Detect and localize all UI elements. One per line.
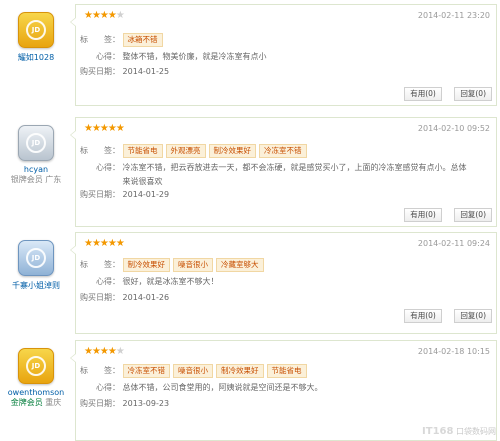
site-watermark: IT168 口袋数码网 xyxy=(422,426,496,437)
tag: 冷冻室不错 xyxy=(259,144,307,158)
pointer-arrow xyxy=(70,353,76,363)
purchase-date: 2014-01-26 xyxy=(122,293,170,302)
purchase-row: 购买日期： 2014-01-25 xyxy=(80,65,490,79)
comment-label: 心得： xyxy=(96,277,120,286)
avatar[interactable]: JD xyxy=(18,125,54,161)
review-item: JD 耀如1028 ★★★★★ 2014-02-11 23:20 标 签： 冰箱… xyxy=(0,2,500,106)
reviewer-name[interactable]: owenthomson xyxy=(0,388,72,397)
star-rating: ★★★★★ xyxy=(84,346,125,357)
jd-logo-icon: JD xyxy=(26,248,46,268)
purchase-row: 购买日期： 2013-09-23 xyxy=(80,397,490,411)
review-item: JD hcyan 银牌会员 广东 ★★★★★ 2014-02-10 09:52 … xyxy=(0,115,500,227)
jd-logo-icon: JD xyxy=(26,356,46,376)
tag: 制冷效果好 xyxy=(216,364,264,378)
tags-row: 标 签： 冷冻室不错 噪音很小 制冷效果好 节能省电 xyxy=(80,364,490,378)
reviewer-name[interactable]: 千寨小姐淖则 xyxy=(0,280,72,291)
review-item: JD owenthomson 金牌会员 重庆 ★★★★★ 2014-02-18 … xyxy=(0,338,500,441)
star-rating: ★★★★★ xyxy=(84,238,125,249)
reply-button[interactable]: 回复(0) xyxy=(454,87,492,101)
comment-label: 心得： xyxy=(96,52,120,61)
reviewer-info: JD owenthomson 金牌会员 重庆 xyxy=(0,348,72,408)
watermark-logo: IT168 xyxy=(422,426,454,437)
purchase-date: 2014-01-29 xyxy=(122,190,170,199)
comment-text: 冷冻室不错，把云吞放进去一天，都不会冻硬，就是感觉买小了，上面的冷冻室感觉有点小… xyxy=(122,163,467,186)
comment-text: 很好，就是冰冻室不够大！ xyxy=(122,277,219,286)
action-buttons: 有用(0) 回复(0) xyxy=(394,87,492,101)
reviewer-info: JD hcyan 银牌会员 广东 xyxy=(0,125,72,185)
tags-label: 标 签： xyxy=(80,146,120,155)
tag: 节能省电 xyxy=(266,364,307,378)
comment-row: 心得： 冷冻室不错，把云吞放进去一天，都不会冻硬，就是感觉买小了，上面的冷冻室感… xyxy=(80,161,490,189)
tag: 冷藏室够大 xyxy=(216,258,264,272)
comment-label: 心得： xyxy=(96,163,120,172)
comment-text: 总体不错，公司食堂用的，阿姨说就是空间还是不够大。 xyxy=(122,383,323,392)
action-buttons: 有用(0) 回复(0) xyxy=(394,309,492,323)
tags-label: 标 签： xyxy=(80,366,120,375)
tags-row: 标 签： 节能省电 外观漂亮 制冷效果好 冷冻室不错 xyxy=(80,144,490,158)
tags-label: 标 签： xyxy=(80,260,120,269)
purchase-row: 购买日期： 2014-01-26 xyxy=(80,291,490,305)
avatar[interactable]: JD xyxy=(18,240,54,276)
tag: 制冷效果好 xyxy=(208,144,257,158)
reply-button[interactable]: 回复(0) xyxy=(454,309,492,323)
jd-logo-icon: JD xyxy=(26,20,46,40)
useful-button[interactable]: 有用(0) xyxy=(404,208,442,222)
purchase-date: 2014-01-25 xyxy=(122,67,170,76)
tag: 制冷效果好 xyxy=(122,258,171,272)
pointer-arrow xyxy=(70,130,76,140)
avatar[interactable]: JD xyxy=(18,348,54,384)
avatar[interactable]: JD xyxy=(18,12,54,48)
review-box: ★★★★★ 2014-02-11 23:20 标 签： 冰箱不错 心得： 整体不… xyxy=(70,4,497,106)
jd-logo-icon: JD xyxy=(26,133,46,153)
comment-row: 心得： 整体不错，物美价廉，就是冷冻室有点小 xyxy=(80,50,490,64)
star-rating: ★★★★★ xyxy=(84,123,125,134)
tag: 冰箱不错 xyxy=(122,33,163,47)
purchase-row: 购买日期： 2014-01-29 xyxy=(80,188,490,202)
tag: 外观漂亮 xyxy=(165,144,206,158)
review-item: JD 千寨小姐淖则 ★★★★★ 2014-02-11 09:24 标 签： 制冷… xyxy=(0,230,500,334)
purchase-date: 2013-09-23 xyxy=(122,399,170,408)
tag: 节能省电 xyxy=(122,144,163,158)
tag: 噪音很小 xyxy=(173,258,214,272)
purchase-date-label: 购买日期： xyxy=(80,399,120,408)
tag: 噪音很小 xyxy=(173,364,214,378)
purchase-date-label: 购买日期： xyxy=(80,293,120,302)
tag: 冷冻室不错 xyxy=(122,364,171,378)
pointer-arrow xyxy=(70,245,76,255)
useful-button[interactable]: 有用(0) xyxy=(404,87,442,101)
tags-label: 标 签： xyxy=(80,35,120,44)
comment-label: 心得： xyxy=(96,383,120,392)
review-date: 2014-02-10 09:52 xyxy=(417,124,490,133)
reviewer-info: JD 千寨小姐淖则 xyxy=(0,240,72,291)
comment-row: 心得： 很好，就是冰冻室不够大！ xyxy=(80,275,490,289)
reviewer-info: JD 耀如1028 xyxy=(0,12,72,63)
reviewer-level: 金牌会员 重庆 xyxy=(10,398,62,407)
purchase-date-label: 购买日期： xyxy=(80,190,120,199)
review-box: ★★★★★ 2014-02-11 09:24 标 签： 制冷效果好 噪音很小 冷藏室… xyxy=(70,232,497,334)
tags-row: 标 签： 冰箱不错 xyxy=(80,33,490,47)
useful-button[interactable]: 有用(0) xyxy=(404,309,442,323)
tags-row: 标 签： 制冷效果好 噪音很小 冷藏室够大 xyxy=(80,258,490,272)
review-box: ★★★★★ 2014-02-10 09:52 标 签： 节能省电 外观漂亮 制冷效果… xyxy=(70,117,497,227)
review-date: 2014-02-11 23:20 xyxy=(417,11,490,20)
review-date: 2014-02-11 09:24 xyxy=(417,239,490,248)
reviewer-name[interactable]: hcyan xyxy=(0,165,72,174)
comment-text: 整体不错，物美价廉，就是冷冻室有点小 xyxy=(122,52,267,61)
reviewer-level: 银牌会员 广东 xyxy=(10,175,62,184)
reply-button[interactable]: 回复(0) xyxy=(454,208,492,222)
action-buttons: 有用(0) 回复(0) xyxy=(394,208,492,222)
pointer-arrow xyxy=(70,17,76,27)
review-date: 2014-02-18 10:15 xyxy=(417,347,490,356)
reviewer-name[interactable]: 耀如1028 xyxy=(0,52,72,63)
purchase-date-label: 购买日期： xyxy=(80,67,120,76)
watermark-text: 口袋数码网 xyxy=(456,427,496,436)
star-rating: ★★★★★ xyxy=(84,10,125,21)
comment-row: 心得： 总体不错，公司食堂用的，阿姨说就是空间还是不够大。 xyxy=(80,381,490,395)
